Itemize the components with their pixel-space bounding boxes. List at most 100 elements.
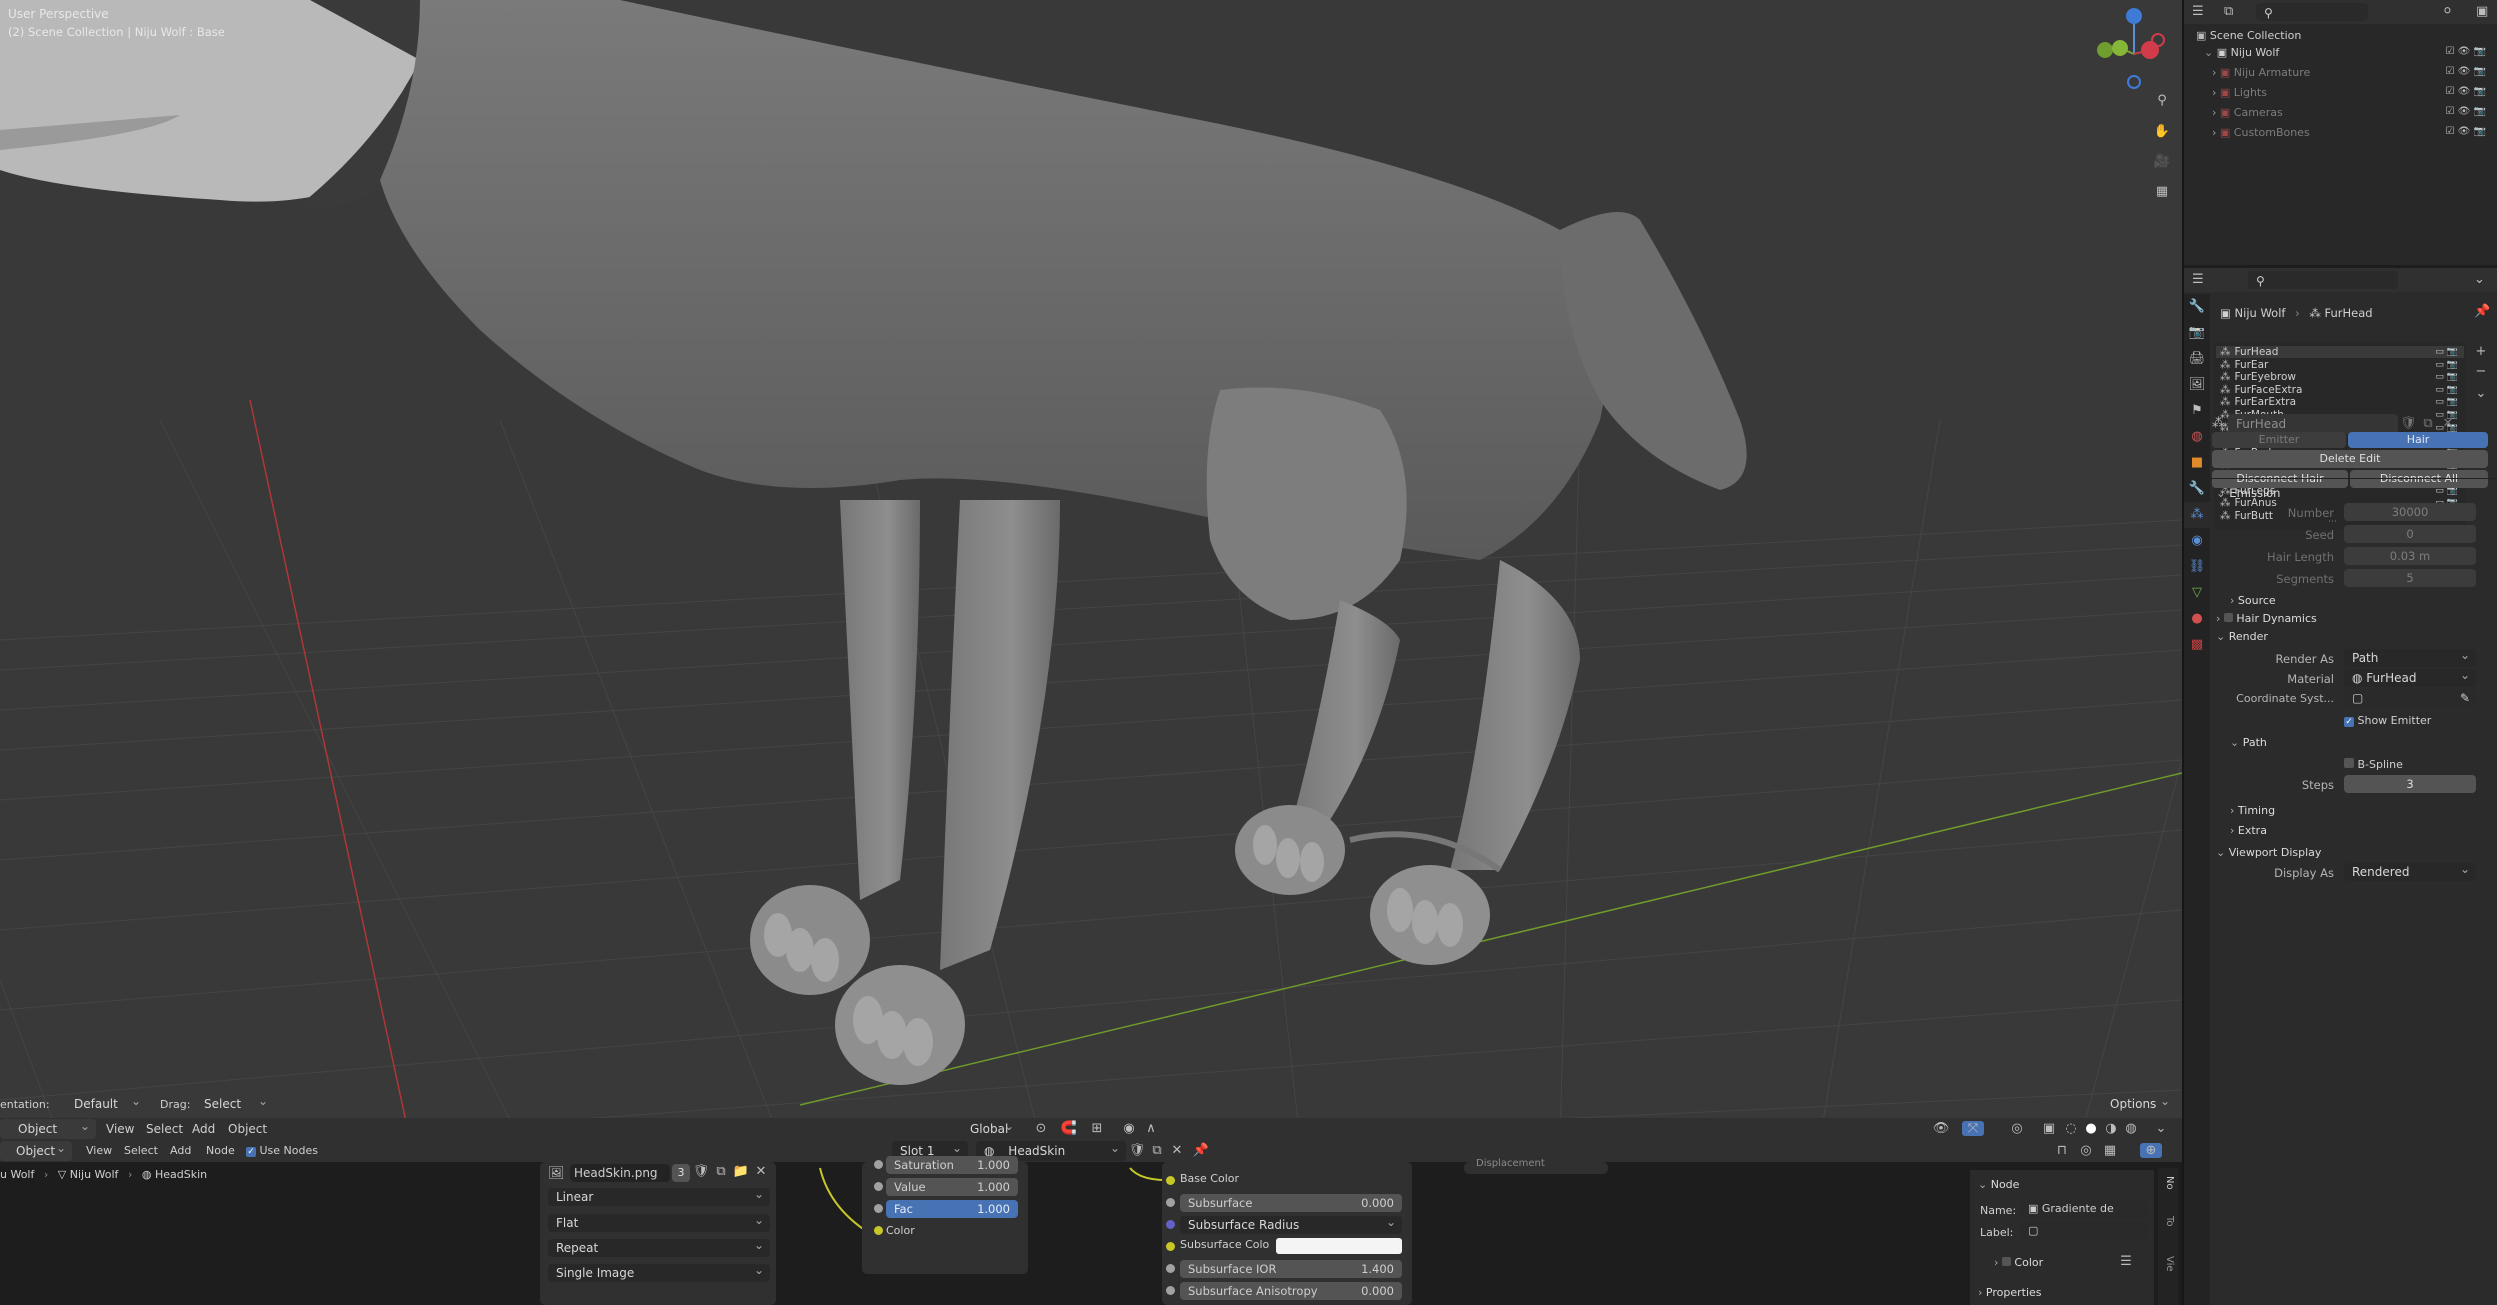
particle-system-item[interactable]: ⁂ FurFaceExtra ▭ 📷 xyxy=(2216,384,2464,396)
duplicate-icon[interactable]: ⧉ xyxy=(2420,416,2436,431)
sidebar-tab-tool[interactable]: To xyxy=(2161,1216,2175,1246)
outliner-item[interactable]: › ▣ Cameras ☑ 👁 📷 xyxy=(2204,106,2490,119)
fake-user-icon[interactable]: 🛡 xyxy=(2400,416,2417,431)
delete-edit-button[interactable]: Delete Edit xyxy=(2212,450,2488,468)
shading-material-icon[interactable]: ◑ xyxy=(2100,1121,2122,1136)
overlay-icon[interactable]: ◎ xyxy=(2076,1143,2096,1158)
subsurface-color-swatch[interactable] xyxy=(1276,1238,1402,1254)
node-overlay-toggle-icon[interactable]: ⊕ xyxy=(2140,1143,2162,1158)
properties-editor-icon[interactable]: ☰ xyxy=(2192,272,2204,287)
value-socket[interactable] xyxy=(874,1182,883,1191)
fac-socket[interactable] xyxy=(874,1204,883,1213)
projection-dropdown[interactable]: Flat xyxy=(548,1211,770,1232)
list-resize-handle[interactable]: ⋯ xyxy=(2328,518,2348,527)
overlays-icon[interactable]: ◎ xyxy=(2006,1121,2028,1136)
sidebar-tab-view[interactable]: Vie xyxy=(2161,1256,2175,1292)
seed-field[interactable]: 0 xyxy=(2344,525,2476,543)
chevron-right-icon[interactable]: › xyxy=(2204,106,2220,119)
constraints-tab-icon[interactable]: ⛓ xyxy=(2184,554,2210,580)
pan-hand-icon[interactable]: ✋ xyxy=(2150,124,2174,139)
3d-viewport[interactable]: User Perspective (2) Scene Collection | … xyxy=(0,0,2182,1140)
properties-search-input[interactable]: ⚲ xyxy=(2248,271,2398,289)
material-output-node[interactable]: Displacement xyxy=(1464,1158,1608,1174)
snap-icon[interactable]: 🧲 xyxy=(1058,1121,1080,1136)
subsurface-ior-socket[interactable] xyxy=(1166,1264,1175,1273)
particle-system-item[interactable]: ⁂ FurEarExtra ▭ 📷 xyxy=(2216,396,2464,408)
new-collection-icon[interactable]: ▣ xyxy=(2476,4,2488,19)
physics-tab-icon[interactable]: ◉ xyxy=(2184,528,2210,554)
unlink-icon[interactable]: ✕ xyxy=(2440,416,2456,431)
viewport-render-toggles[interactable]: ▭ 📷 xyxy=(2435,396,2458,408)
shading-wireframe-icon[interactable]: ◌ xyxy=(2060,1121,2082,1136)
viewport-render-toggles[interactable]: ▭ 📷 xyxy=(2435,371,2458,383)
render-tab-icon[interactable]: 📷 xyxy=(2184,320,2210,346)
xray-icon[interactable]: ▣ xyxy=(2038,1121,2060,1136)
render-as-dropdown[interactable]: Path xyxy=(2344,646,2476,667)
particles-tab-icon[interactable]: ⁂ xyxy=(2184,502,2210,528)
material-dropdown[interactable]: ◍ FurHead xyxy=(2344,666,2476,687)
output-tab-icon[interactable]: 🖨 xyxy=(2184,346,2210,372)
saturation-socket[interactable] xyxy=(874,1160,883,1169)
sidebar-tab-node[interactable]: No xyxy=(2161,1176,2175,1206)
number-field[interactable]: 30000 xyxy=(2344,503,2476,521)
world-tab-icon[interactable]: ◍ xyxy=(2184,424,2210,450)
subsurface-socket[interactable] xyxy=(1166,1198,1175,1207)
falloff-icon[interactable]: ∧ xyxy=(1140,1121,1162,1136)
snap-icon[interactable]: ⊓ xyxy=(2052,1143,2072,1158)
base-color-socket[interactable] xyxy=(1166,1176,1175,1185)
color-socket[interactable] xyxy=(874,1226,883,1235)
extra-subpanel[interactable]: › Extra xyxy=(2230,824,2267,837)
hair-dynamics-panel[interactable]: › Hair Dynamics xyxy=(2216,612,2317,625)
visibility-toggles[interactable]: ☑ 👁 📷 xyxy=(2446,46,2486,57)
render-panel-header[interactable]: ⌄ Render xyxy=(2216,630,2268,643)
menu-view[interactable]: View xyxy=(106,1122,134,1136)
outliner-search-input[interactable]: ⚲ xyxy=(2256,3,2368,21)
menu-add[interactable]: Add xyxy=(192,1122,215,1136)
subsurface-ior-field[interactable]: Subsurface IOR 1.400 xyxy=(1180,1260,1402,1278)
shading-rendered-icon[interactable]: ◍ xyxy=(2120,1121,2142,1136)
unlink-icon[interactable]: ✕ xyxy=(752,1164,770,1179)
node-label-field[interactable]: ▢ xyxy=(2020,1222,2148,1240)
image-browse-icon[interactable]: 🖼 xyxy=(548,1166,565,1181)
visibility-icon[interactable]: 👁 xyxy=(1930,1121,1952,1136)
chevron-right-icon[interactable]: › xyxy=(2204,126,2220,139)
chevron-right-icon[interactable]: › xyxy=(2204,86,2220,99)
outliner-scene-collection[interactable]: ▣ Scene Collection xyxy=(2196,29,2301,42)
principled-bsdf-node[interactable]: Base Color Subsurface 0.000 Subsurface Ra… xyxy=(1162,1162,1412,1305)
segments-field[interactable]: 5 xyxy=(2344,569,2476,587)
backdrop-icon[interactable]: ▦ xyxy=(2100,1143,2120,1158)
transform-orientation-dropdown[interactable]: Global xyxy=(940,1116,1020,1139)
steps-field[interactable]: 3 xyxy=(2344,775,2476,793)
options-dropdown[interactable]: Options xyxy=(2102,1091,2176,1114)
add-system-icon[interactable]: + xyxy=(2471,344,2491,359)
value-field[interactable]: Value 1.000 xyxy=(886,1178,1018,1196)
visibility-toggles[interactable]: ☑ 👁 📷 xyxy=(2446,106,2486,117)
menu-object[interactable]: Object xyxy=(228,1122,267,1136)
orientation-dropdown[interactable]: Default xyxy=(52,1091,147,1114)
modifier-tab-icon[interactable]: 🔧 xyxy=(2184,476,2210,502)
type-tab-hair[interactable]: Hair xyxy=(2348,432,2488,448)
outliner-item[interactable]: ⌄ ▣ Niju Wolf ☑ 👁 📷 xyxy=(2204,46,2490,59)
image-texture-node[interactable]: 🖼 HeadSkin.png 3 🛡 ⧉ 📁 ✕ Linear Flat Rep… xyxy=(540,1162,776,1305)
mode-dropdown[interactable]: Object Mode xyxy=(0,1116,96,1139)
disconnect-all-button[interactable]: Disconnect All xyxy=(2350,470,2488,488)
image-users-count[interactable]: 3 xyxy=(672,1164,690,1182)
fake-user-icon[interactable]: 🛡 xyxy=(692,1164,710,1179)
viewport-render-toggles[interactable]: ▭ 📷 xyxy=(2435,346,2458,358)
anisotropy-field[interactable]: Subsurface Anisotropy 0.000 xyxy=(1180,1282,1402,1300)
subsurface-radius-dropdown[interactable]: Subsurface Radius xyxy=(1180,1213,1402,1234)
path-subpanel[interactable]: ⌄ Path xyxy=(2230,736,2267,749)
hair-dynamics-checkbox[interactable] xyxy=(2223,613,2233,622)
display-mode-icon[interactable]: ⧉ xyxy=(2224,4,2233,19)
node-color-checkbox[interactable] xyxy=(2001,1257,2011,1266)
eyedropper-icon[interactable]: ✎ xyxy=(2460,689,2470,707)
properties-options-icon[interactable]: ⌄ xyxy=(2474,272,2485,287)
chevron-down-icon[interactable]: ⌄ xyxy=(2204,46,2217,59)
viewport-render-toggles[interactable]: ▭ 📷 xyxy=(2435,384,2458,396)
pivot-icon[interactable]: ⊙ xyxy=(1030,1121,1052,1136)
show-emitter-checkbox[interactable]: ✓ xyxy=(2344,717,2354,727)
type-tab-emitter[interactable]: Emitter xyxy=(2212,432,2346,448)
hue-saturation-node[interactable]: Saturation 1.000 Value 1.000 Fac 1.000 Colo… xyxy=(862,1156,1028,1274)
zoom-icon[interactable]: ⚲ xyxy=(2150,93,2174,108)
open-folder-icon[interactable]: 📁 xyxy=(732,1164,750,1179)
